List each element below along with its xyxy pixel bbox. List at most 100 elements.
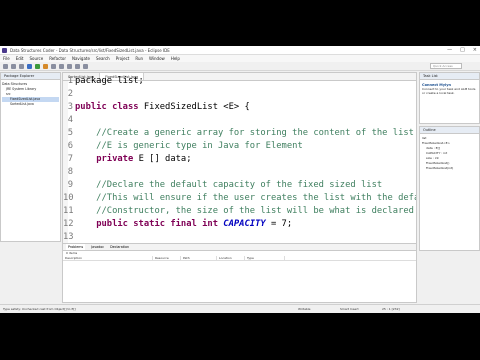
window-title: Data Structures Coder - Data Structures/… <box>10 48 170 53</box>
code-line[interactable]: 2 <box>63 88 416 101</box>
code-token: //Constructor, the size of the list will… <box>75 206 417 216</box>
code-line[interactable]: 12 public static final int CAPACITY = 7; <box>63 218 416 231</box>
forward-icon[interactable] <box>83 63 88 69</box>
menu-search[interactable]: Search <box>96 55 110 62</box>
code-line[interactable]: 11 //Constructor, the size of the list w… <box>63 205 417 218</box>
tab-javadoc[interactable]: Javadoc <box>91 244 104 250</box>
code-text: //This will ensure if the user creates t… <box>75 192 417 205</box>
code-line[interactable]: 9 //Declare the default capacity of the … <box>63 179 416 192</box>
status-insert-mode: Smart Insert <box>340 307 359 311</box>
code-line[interactable]: 3 public class FixedSizedList <E> { <box>63 101 416 114</box>
code-line[interactable]: 8 <box>63 166 416 179</box>
problems-table-header: Description Resource Path Location Type <box>63 256 416 261</box>
column-description[interactable]: Description <box>63 256 153 260</box>
line-number: 1 <box>67 76 73 86</box>
code-token: public static final int <box>96 219 224 229</box>
new-java-class-icon[interactable] <box>51 63 56 69</box>
code-token: package list; <box>75 76 144 86</box>
menu-navigate[interactable]: Navigate <box>72 55 90 62</box>
print-icon[interactable] <box>19 63 24 69</box>
search-icon[interactable] <box>67 63 72 69</box>
new-icon[interactable] <box>3 63 8 69</box>
open-type-icon[interactable] <box>59 63 64 69</box>
code-line[interactable]: 6 //E is generic type in Java for Elemen… <box>63 140 416 153</box>
line-number: 5 <box>67 128 73 138</box>
code-line[interactable]: 5 //Create a generic array for storing t… <box>63 127 416 140</box>
menu-window[interactable]: Window <box>149 55 165 62</box>
code-token: FixedSizedList <E> { <box>143 102 250 112</box>
column-type[interactable]: Type <box>245 256 285 260</box>
external-tools-icon[interactable] <box>43 63 48 69</box>
outline-tab[interactable]: Outline <box>420 127 479 134</box>
task-list-tab[interactable]: Task List <box>420 73 479 80</box>
menu-bar: File Edit Source Refactor Navigate Searc… <box>0 55 480 62</box>
tree-item-sortedlist[interactable]: SortedList.java <box>2 102 59 107</box>
task-list-panel: Task List Connect Mylyn Connect to your … <box>419 72 480 124</box>
package-explorer-tab[interactable]: Package Explorer <box>1 73 60 80</box>
column-path[interactable]: Path <box>181 256 217 260</box>
tab-problems[interactable]: Problems <box>66 244 86 250</box>
code-text: //E is generic type in Java for Element <box>75 140 303 153</box>
code-text: //Constructor, the size of the list will… <box>75 205 417 218</box>
line-number: 7 <box>67 154 73 164</box>
code-token: public class <box>75 102 144 112</box>
minimize-button[interactable]: — <box>447 46 452 55</box>
line-number: 10 <box>63 193 74 203</box>
status-message: Type safety: Unchecked cast from Object[… <box>3 307 76 311</box>
main-toolbar <box>0 62 480 71</box>
code-line[interactable]: 7 private E [] data; <box>63 153 416 166</box>
line-number: 9 <box>67 180 73 190</box>
outline-item[interactable]: FixedSizedList(int) <box>422 166 477 171</box>
quick-access-input[interactable]: Quick Access <box>430 63 462 69</box>
menu-source[interactable]: Source <box>29 55 43 62</box>
menu-project[interactable]: Project <box>116 55 130 62</box>
code-token: //This will ensure if the user creates t… <box>75 193 417 203</box>
code-token: //Create a generic array for storing the… <box>75 128 414 138</box>
code-token: //Declare the default capacity of the fi… <box>75 180 383 190</box>
menu-help[interactable]: Help <box>171 55 180 62</box>
back-icon[interactable] <box>75 63 80 69</box>
code-token: private <box>96 154 139 164</box>
code-line[interactable]: 10 //This will ensure if the user create… <box>63 192 417 205</box>
package-explorer-panel: Package Explorer Data Structures JRE Sys… <box>0 72 61 242</box>
status-bar: Type safety: Unchecked cast from Object[… <box>0 304 480 313</box>
code-line[interactable]: 4 <box>63 114 416 127</box>
line-number: 12 <box>63 219 74 229</box>
menu-refactor[interactable]: Refactor <box>49 55 66 62</box>
code-token: CAPACITY <box>223 219 266 229</box>
connect-mylyn-text[interactable]: Connect to your task and ALM tools or cr… <box>422 87 479 95</box>
code-text: //Create a generic array for storing the… <box>75 127 414 140</box>
code-token: E [] data; <box>138 154 192 164</box>
code-text: package list; <box>75 75 144 88</box>
status-cursor-position: 25 : 1 [232] <box>382 307 400 311</box>
menu-edit[interactable]: Edit <box>16 55 24 62</box>
outline-panel: Outline list FixedSizedList<E> data : E[… <box>419 126 480 251</box>
line-number: 8 <box>67 167 73 177</box>
debug-icon[interactable] <box>27 63 32 69</box>
run-icon[interactable] <box>35 63 40 69</box>
menu-file[interactable]: File <box>3 55 10 62</box>
status-writable: Writable <box>298 307 311 311</box>
column-resource[interactable]: Resource <box>153 256 181 260</box>
line-number: 2 <box>67 89 73 99</box>
title-bar: Data Structures Coder - Data Structures/… <box>0 46 480 55</box>
eclipse-window: Data Structures Coder - Data Structures/… <box>0 46 480 313</box>
line-number: 4 <box>67 115 73 125</box>
code-token: = 7; <box>265 219 293 229</box>
problems-panel: Problems Javadoc Declaration 0 items Des… <box>62 243 417 303</box>
save-icon[interactable] <box>11 63 16 69</box>
column-location[interactable]: Location <box>217 256 245 260</box>
code-text: public class FixedSizedList <E> { <box>75 101 250 114</box>
eclipse-logo-icon <box>2 48 7 53</box>
tab-declaration[interactable]: Declaration <box>110 244 129 250</box>
line-number: 6 <box>67 141 73 151</box>
code-line[interactable]: 1 package list; <box>63 75 416 88</box>
menu-run[interactable]: Run <box>135 55 143 62</box>
line-number: 11 <box>63 206 74 216</box>
close-button[interactable]: × <box>473 46 477 55</box>
line-number: 3 <box>67 102 73 112</box>
maximize-button[interactable]: □ <box>460 46 465 55</box>
code-token: //E is generic type in Java for Element <box>75 141 303 151</box>
